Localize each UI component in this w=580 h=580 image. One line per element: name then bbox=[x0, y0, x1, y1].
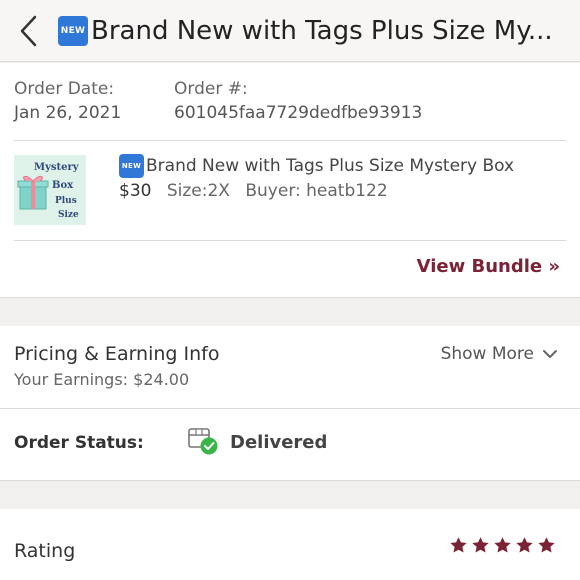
item-price: $30 bbox=[119, 181, 152, 201]
show-more-button[interactable]: Show More bbox=[441, 344, 558, 364]
package-delivered-icon bbox=[187, 425, 221, 459]
item-size: Size:2X bbox=[166, 181, 230, 201]
pricing-card: Pricing & Earning Info Your Earnings: $2… bbox=[0, 326, 580, 408]
section-separator bbox=[0, 480, 580, 481]
divider bbox=[14, 140, 566, 141]
new-emoji-badge: NEW bbox=[58, 15, 88, 46]
order-date-value: Jan 26, 2021 bbox=[14, 103, 122, 123]
order-date: Order Date: Jan 26, 2021 bbox=[14, 79, 121, 123]
order-status-value: Delivered bbox=[230, 432, 328, 453]
order-date-label: Order Date: bbox=[14, 79, 115, 99]
back-button[interactable] bbox=[0, 0, 58, 62]
order-status-label: Order Status: bbox=[14, 433, 144, 453]
item-buyer: Buyer: heatb122 bbox=[245, 181, 388, 201]
item-details: $30 Size:2X Buyer: heatb122 bbox=[119, 181, 388, 201]
order-status-card: Order Status: Delivered bbox=[0, 409, 580, 480]
mystery-box-image: Mystery Box Plus Size bbox=[14, 155, 86, 225]
rating-label: Rating bbox=[14, 540, 76, 562]
divider bbox=[14, 240, 566, 241]
item-title[interactable]: NEW Brand New with Tags Plus Size Myster… bbox=[119, 154, 514, 178]
section-separator bbox=[0, 297, 580, 298]
page-title: NEW Brand New with Tags Plus Size My... bbox=[58, 15, 558, 46]
view-bundle-link[interactable]: View Bundle » bbox=[417, 256, 560, 277]
order-number: Order #: 601045faa7729dedfbe93913 bbox=[174, 79, 422, 123]
thumbnail-text-2: Box bbox=[52, 180, 74, 191]
thumbnail-text-3: Plus bbox=[55, 196, 77, 206]
new-emoji-badge: NEW bbox=[119, 154, 144, 178]
star-icon bbox=[494, 537, 511, 553]
rating-card: Rating bbox=[0, 509, 580, 580]
star-icon bbox=[538, 537, 555, 553]
earnings-text: Your Earnings: $24.00 bbox=[14, 370, 190, 389]
order-summary-card: Order Date: Jan 26, 2021 Order #: 601045… bbox=[0, 63, 580, 297]
top-bar: NEW Brand New with Tags Plus Size My... bbox=[0, 0, 580, 62]
item-thumbnail[interactable]: Mystery Box Plus Size bbox=[14, 155, 86, 225]
star-icon bbox=[472, 537, 489, 553]
show-more-label: Show More bbox=[440, 344, 534, 364]
thumbnail-text-1: Mystery bbox=[34, 162, 80, 173]
pricing-title: Pricing & Earning Info bbox=[14, 343, 220, 365]
page-title-text: Brand New with Tags Plus Size My... bbox=[91, 15, 553, 46]
order-number-label: Order #: bbox=[174, 79, 248, 99]
thumbnail-text-4: Size bbox=[58, 210, 79, 220]
star-icon bbox=[450, 537, 467, 553]
order-number-value: 601045faa7729dedfbe93913 bbox=[174, 103, 423, 123]
star-rating bbox=[449, 536, 556, 555]
chevron-down-icon bbox=[543, 350, 557, 358]
chevron-left-icon bbox=[20, 15, 37, 46]
item-title-text: Brand New with Tags Plus Size Mystery Bo… bbox=[146, 156, 515, 176]
star-icon bbox=[516, 537, 533, 553]
